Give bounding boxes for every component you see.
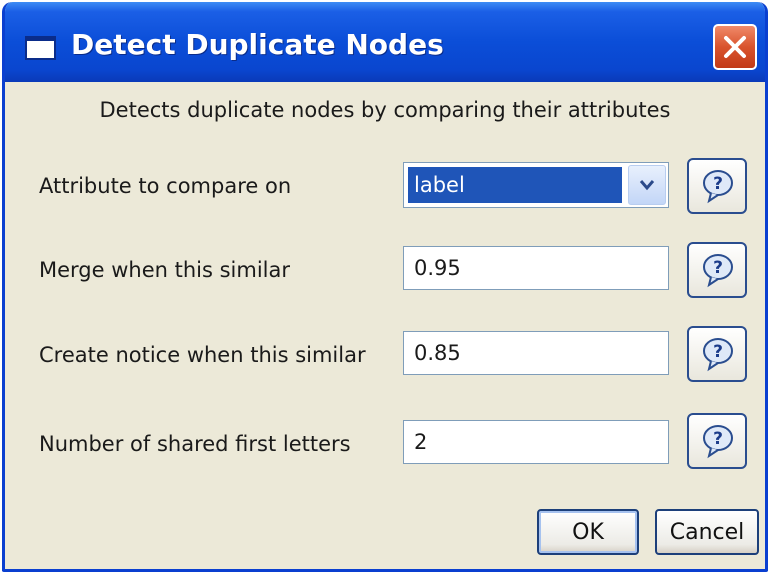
help-icon: ? xyxy=(703,425,733,459)
dialog-description: Detects duplicate nodes by comparing the… xyxy=(99,98,671,122)
attribute-label: Attribute to compare on xyxy=(39,174,292,198)
merge-similarity-input[interactable] xyxy=(403,246,669,290)
notice-similarity-input[interactable] xyxy=(403,331,669,375)
help-icon: ? xyxy=(703,170,733,204)
chevron-down-icon xyxy=(639,180,655,191)
close-button[interactable] xyxy=(713,24,757,70)
cancel-button[interactable]: Cancel xyxy=(655,509,759,555)
dialog-title: Detect Duplicate Nodes xyxy=(71,28,444,61)
dialog-content: Detects duplicate nodes by comparing the… xyxy=(5,82,765,569)
window-icon xyxy=(25,36,56,60)
title-bar[interactable]: Detect Duplicate Nodes xyxy=(5,2,765,82)
attribute-help-button[interactable]: ? xyxy=(687,158,747,214)
svg-text:?: ? xyxy=(713,429,723,449)
svg-text:?: ? xyxy=(713,174,723,194)
help-icon: ? xyxy=(703,338,733,372)
notice-label: Create notice when this similar xyxy=(39,343,366,367)
ok-button[interactable]: OK xyxy=(537,509,639,555)
shared-letters-input[interactable] xyxy=(403,420,669,464)
dropdown-arrow-button[interactable] xyxy=(628,165,666,205)
svg-text:?: ? xyxy=(713,342,723,362)
merge-label: Merge when this similar xyxy=(39,258,291,282)
attribute-dropdown[interactable]: label xyxy=(403,162,669,208)
merge-help-button[interactable]: ? xyxy=(687,242,747,298)
help-icon: ? xyxy=(703,254,733,288)
shared-letters-label: Number of shared first letters xyxy=(39,432,351,456)
close-icon xyxy=(724,36,746,58)
svg-text:?: ? xyxy=(713,258,723,278)
notice-help-button[interactable]: ? xyxy=(687,326,747,382)
shared-letters-help-button[interactable]: ? xyxy=(687,413,747,469)
dialog-window: Detect Duplicate Nodes Detects duplicate… xyxy=(2,2,768,572)
attribute-selected-value: label xyxy=(408,167,622,203)
